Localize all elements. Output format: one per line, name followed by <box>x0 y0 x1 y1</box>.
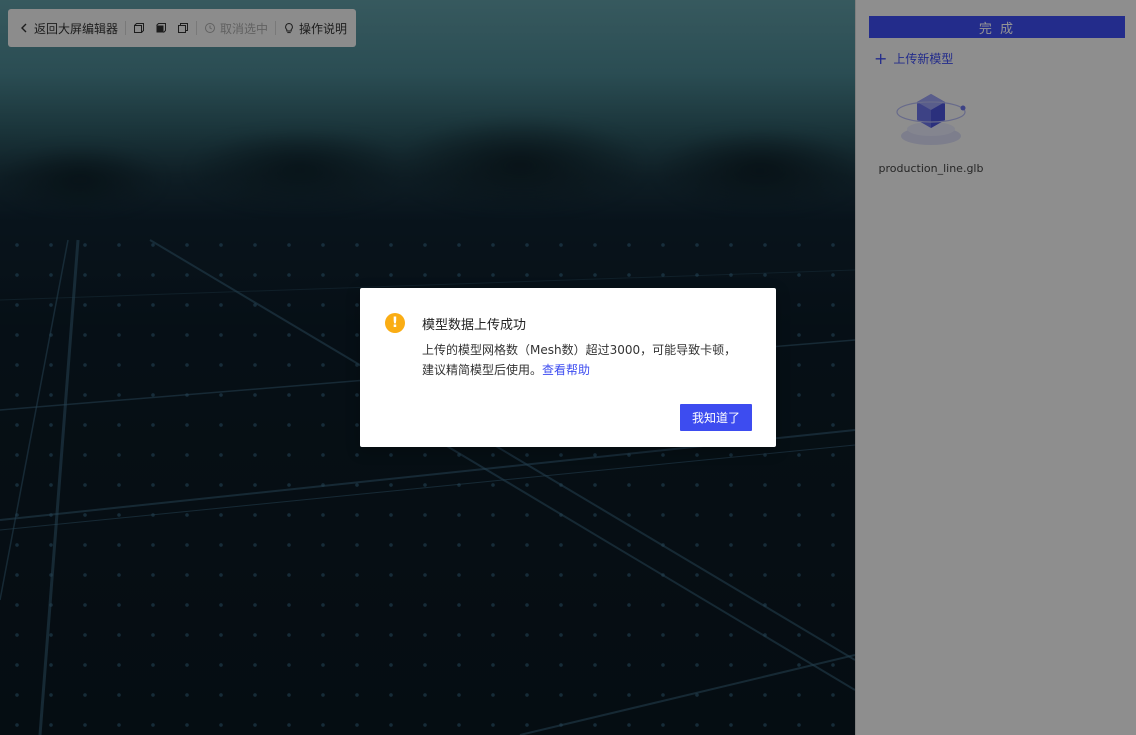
dialog-content: 上传的模型网格数（Mesh数）超过3000，可能导致卡顿，建议精简模型后使用。查… <box>422 340 748 380</box>
upload-success-dialog: ! 模型数据上传成功 上传的模型网格数（Mesh数）超过3000，可能导致卡顿，… <box>360 288 776 447</box>
got-it-button[interactable]: 我知道了 <box>680 404 752 431</box>
view-help-link[interactable]: 查看帮助 <box>542 363 590 377</box>
warning-icon: ! <box>385 313 405 333</box>
dialog-title: 模型数据上传成功 <box>422 318 527 333</box>
